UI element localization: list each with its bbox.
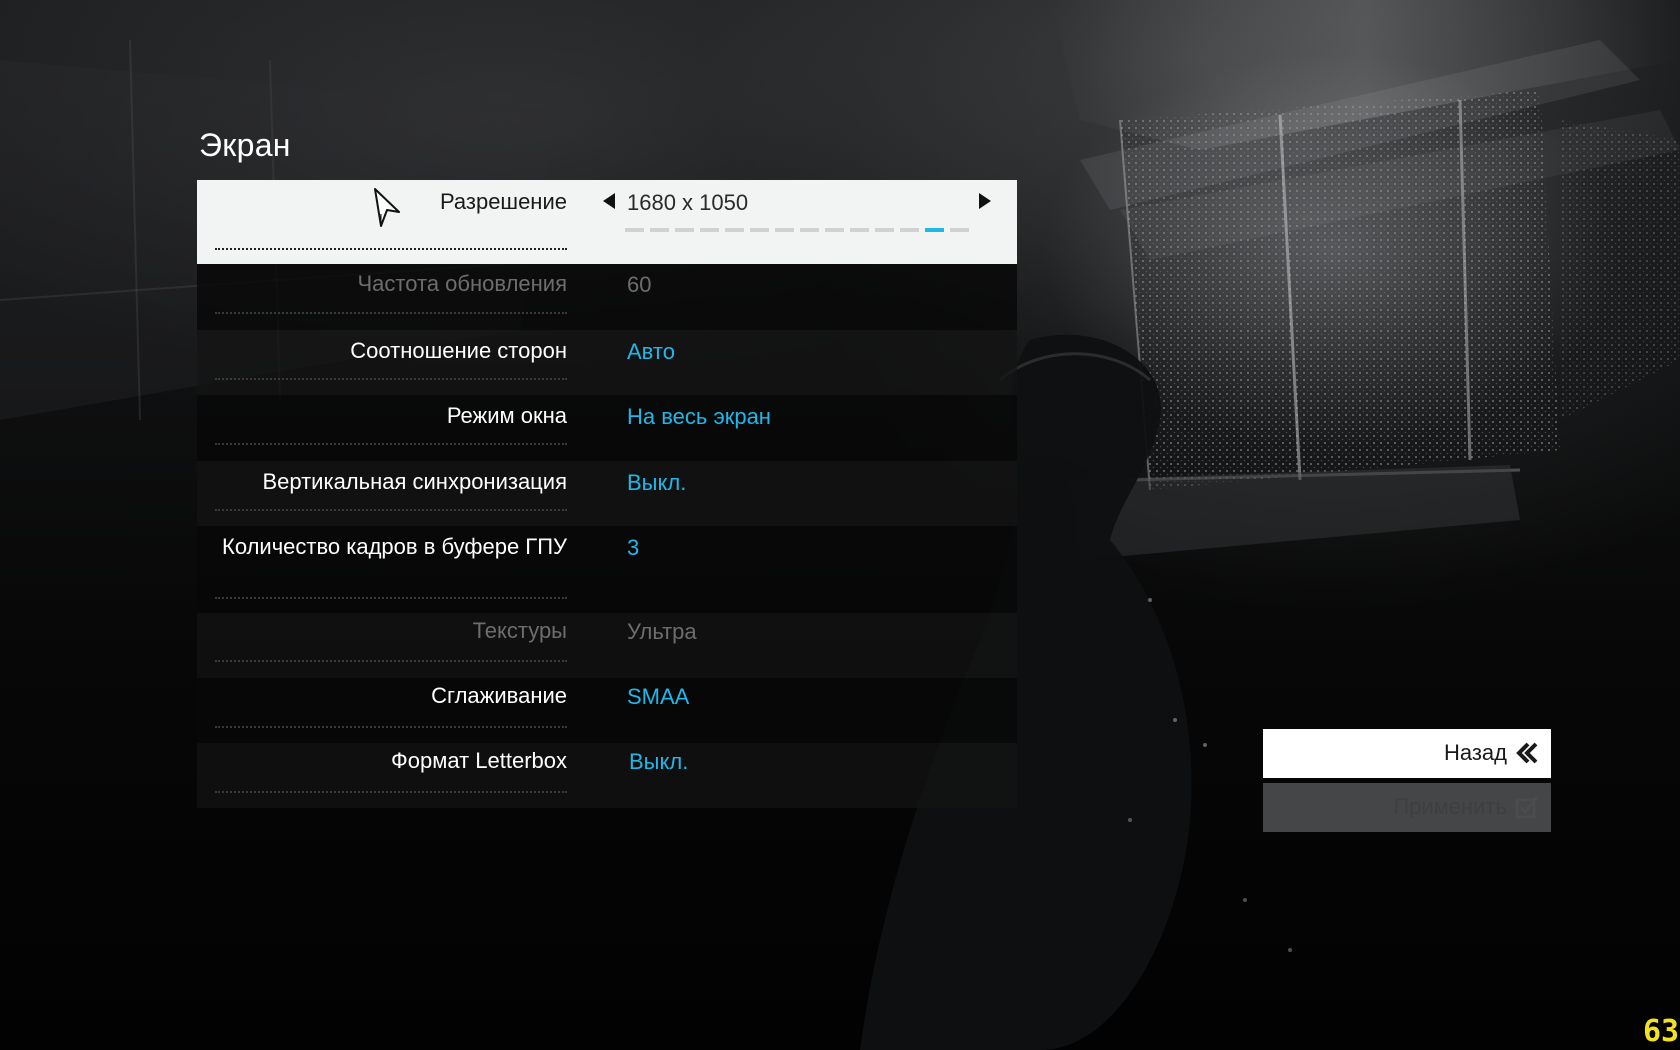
slider-segment[interactable] [700,228,719,232]
setting-value-window-mode: На весь экран [627,404,771,429]
setting-row-aspect-ratio[interactable]: Соотношение сторон Авто [197,330,1017,395]
setting-label-aspect-ratio: Соотношение сторон [350,338,567,363]
setting-value-refresh-rate: 60 [627,272,652,297]
arrow-right-icon[interactable] [979,193,991,209]
setting-value-vsync: Выкл. [627,470,687,495]
divider [215,791,567,793]
slider-segment[interactable] [800,228,819,232]
slider-segment-active[interactable] [925,228,944,232]
divider [215,597,567,599]
setting-label-gpu-buffer-frames: Количество кадров в буфере ГПУ [222,534,567,559]
display-settings-list: Разрешение 1680 x 1050 Частота обновлени… [197,180,1017,808]
slider-segment[interactable] [675,228,694,232]
setting-row-gpu-buffer-frames[interactable]: Количество кадров в буфере ГПУ 3 [197,526,1017,613]
setting-value-antialiasing: SMAA [627,684,690,709]
checkbox-icon [1515,795,1539,824]
page-title: Экран [199,127,291,163]
slider-segment[interactable] [875,228,894,232]
back-button-label: Назад [1443,740,1507,765]
divider [215,248,567,250]
divider [215,660,567,662]
slider-segment[interactable] [625,228,644,232]
setting-label-textures: Текстуры [472,618,567,643]
setting-row-resolution[interactable]: Разрешение 1680 x 1050 [197,180,1017,264]
slider-segment[interactable] [775,228,794,232]
apply-button[interactable]: Применить [1263,783,1551,832]
setting-row-vsync[interactable]: Вертикальная синхронизация Выкл. [197,461,1017,526]
setting-row-window-mode[interactable]: Режим окна На весь экран [197,395,1017,461]
arrow-left-icon[interactable] [603,193,615,209]
setting-row-antialiasing[interactable]: Сглаживание SMAA [197,678,1017,743]
setting-value-letterbox: Выкл. [629,749,689,774]
divider [215,726,567,728]
slider-segment[interactable] [725,228,744,232]
setting-label-vsync: Вертикальная синхронизация [262,469,567,494]
slider-segment[interactable] [750,228,769,232]
setting-row-letterbox[interactable]: Формат Letterbox Выкл. [197,743,1017,808]
setting-value-textures: Ультра [627,619,697,644]
divider [215,509,567,511]
fps-counter: 63 [1643,1014,1680,1049]
setting-row-textures: Текстуры Ультра [197,613,1017,678]
double-chevron-left-icon [1515,741,1539,770]
setting-label-window-mode: Режим окна [446,403,567,428]
slider-segment[interactable] [850,228,869,232]
back-button[interactable]: Назад [1263,729,1551,778]
setting-label-resolution: Разрешение [439,189,567,214]
setting-label-antialiasing: Сглаживание [431,683,567,708]
slider-segment[interactable] [950,228,969,232]
setting-label-letterbox: Формат Letterbox [391,748,567,773]
divider [215,443,567,445]
setting-row-refresh-rate: Частота обновления 60 [197,264,1017,330]
slider-segment[interactable] [825,228,844,232]
setting-label-refresh-rate: Частота обновления [357,271,567,296]
divider [215,378,567,380]
setting-value-aspect-ratio: Авто [627,339,675,364]
apply-button-label: Применить [1393,794,1507,819]
divider [215,312,567,314]
slider-segment[interactable] [650,228,669,232]
slider-segment[interactable] [900,228,919,232]
setting-value-gpu-buffer-frames: 3 [627,535,640,560]
setting-value-resolution: 1680 x 1050 [627,190,749,215]
